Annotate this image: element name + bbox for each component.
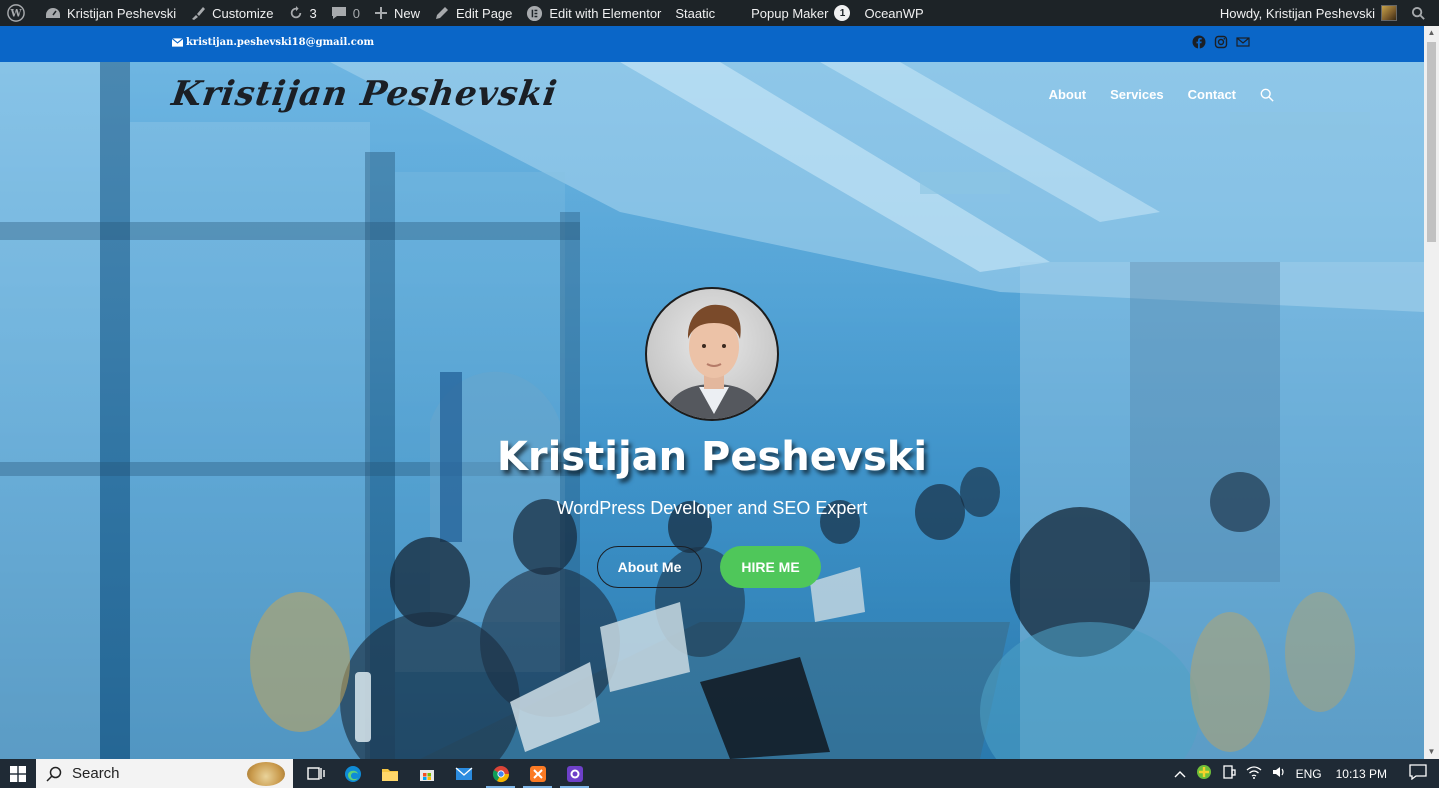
hero-subtitle: WordPress Developer and SEO Expert [556,498,868,518]
customize-link[interactable]: Customize [183,0,280,26]
notifications-icon[interactable] [1409,764,1427,783]
topbar-email[interactable]: kristijan.peshevski18@gmail.com [172,37,374,48]
page-scrollbar[interactable]: ▲ ▼ [1424,26,1439,759]
site-logo[interactable]: Kristijan Peshevski [169,74,560,114]
svg-text:W: W [9,9,22,20]
new-label: New [394,5,421,21]
microsoft-store-icon[interactable] [408,759,445,788]
scroll-down-arrow-icon[interactable]: ▼ [1427,747,1436,757]
chrome-icon[interactable] [482,759,519,788]
xampp-icon[interactable] [519,759,556,788]
popup-maker-label: Popup Maker [751,5,829,21]
windows-taskbar: Search ENG 10:13 PM [0,759,1439,788]
updates-link[interactable]: 3 [281,0,324,26]
search-icon[interactable] [1260,88,1274,102]
edge-browser-icon[interactable] [334,759,371,788]
oceanwp-link[interactable]: OceanWP [857,0,930,26]
chevron-up-icon[interactable] [1174,767,1186,781]
windows-start-icon[interactable] [0,759,36,788]
social-links [1192,35,1250,49]
file-explorer-icon[interactable] [371,759,408,788]
hero-section: Kristijan Peshevski About Services Conta… [0,62,1424,759]
hire-me-button[interactable]: HIRE ME [720,546,821,588]
site-top-bar: kristijan.peshevski18@gmail.com [0,26,1424,62]
main-nav: About Services Contact [1049,87,1274,102]
scrollbar-thumb[interactable] [1427,42,1436,242]
scroll-up-arrow-icon[interactable]: ▲ [1427,28,1436,38]
instagram-icon[interactable] [1214,35,1228,49]
wifi-icon[interactable] [1246,765,1262,782]
nav-item-services[interactable]: Services [1110,87,1164,102]
taskbar-apps [297,759,593,788]
edit-page-link[interactable]: Edit Page [427,0,519,26]
device-icon[interactable] [1222,765,1236,782]
updates-count: 3 [309,5,317,21]
user-avatar [1381,5,1397,21]
envelope-icon [172,38,183,47]
comments-count: 0 [352,5,360,21]
edit-elementor-label: Edit with Elementor [549,5,662,21]
taskbar-search-icon [46,766,62,782]
popup-maker-link[interactable]: Popup Maker 1 [744,0,857,26]
site-name-link[interactable]: Kristijan Peshevski [38,0,183,26]
howdy-account-link[interactable]: Howdy, Kristijan Peshevski [1213,0,1404,26]
wp-admin-bar: W Kristijan Peshevski Customize 3 0 New … [0,0,1439,26]
taskbar-search-label: Search [72,765,120,782]
nav-item-contact[interactable]: Contact [1188,87,1236,102]
language-indicator[interactable]: ENG [1296,767,1322,781]
oceanwp-label: OceanWP [864,5,924,21]
mail-app-icon[interactable] [445,759,482,788]
wordpress-logo-icon[interactable]: W [0,0,38,26]
edit-elementor-link[interactable]: Edit with Elementor [519,0,668,26]
system-tray: ENG 10:13 PM [1174,764,1439,783]
github-desktop-icon[interactable] [556,759,593,788]
admin-search-icon[interactable] [1404,0,1439,26]
clock[interactable]: 10:13 PM [1336,767,1387,781]
howdy-label: Howdy, Kristijan Peshevski [1219,5,1375,21]
nav-item-about[interactable]: About [1049,87,1087,102]
topbar-email-text: kristijan.peshevski18@gmail.com [186,37,375,48]
new-content-link[interactable]: New [367,0,427,26]
edit-page-label: Edit Page [456,5,513,21]
facebook-icon[interactable] [1192,35,1206,49]
mail-icon[interactable] [1236,35,1250,49]
tray-app-icon[interactable] [1196,764,1212,783]
site-name-label: Kristijan Peshevski [67,5,177,21]
about-me-button[interactable]: About Me [597,546,702,588]
volume-icon[interactable] [1272,765,1286,782]
profile-photo [645,287,779,421]
customize-label: Customize [212,5,274,21]
comments-link[interactable]: 0 [324,0,367,26]
hero-title: Kristijan Peshevski [496,434,928,480]
task-view-icon[interactable] [297,759,334,788]
search-highlight-image [247,762,285,786]
staatic-label: Staatic [675,5,716,21]
popup-maker-badge: 1 [834,5,851,21]
taskbar-search-box[interactable]: Search [36,759,293,788]
staatic-link[interactable]: Staatic [668,0,722,26]
